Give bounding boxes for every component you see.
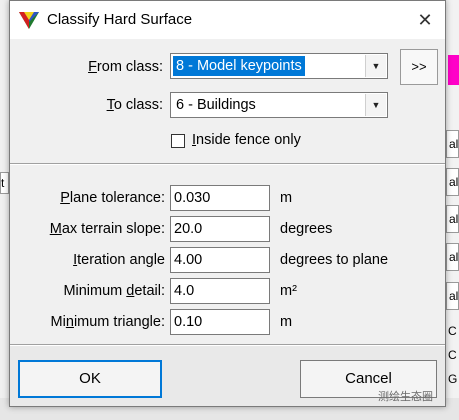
background-field: al: [446, 130, 459, 158]
param-label-text: lane tolerance:: [69, 190, 165, 206]
background-field: al: [446, 205, 459, 233]
minimum-detail-unit: m²: [280, 283, 297, 299]
param-label-text: teration angle: [77, 252, 165, 268]
param-accel: M: [49, 221, 62, 237]
param-label-pre: Mi: [50, 314, 66, 330]
watermark: 测绘生态圈: [378, 391, 433, 403]
minimum-triangle-input[interactable]: 0.10: [170, 309, 270, 335]
chevron-down-icon[interactable]: ▼: [365, 94, 386, 116]
background-left-text: t: [1, 176, 5, 190]
close-button[interactable]: ✕: [408, 5, 442, 35]
iteration-angle-label: Iteration angle: [10, 252, 165, 268]
inside-fence-label[interactable]: Inside fence only: [192, 132, 301, 148]
plane-tolerance-unit: m: [280, 190, 293, 206]
iteration-angle-unit: degrees to plane: [280, 252, 389, 268]
iteration-angle-input[interactable]: 4.00: [170, 247, 270, 273]
background-magenta-swatch: [448, 55, 459, 85]
param-label-text: etail:: [134, 283, 165, 299]
from-class-select[interactable]: 8 - Model keypoints ▼: [170, 53, 388, 79]
background-app-left: [0, 0, 9, 420]
param-label-text: ax terrain slope:: [61, 221, 165, 237]
terrasolid-logo-icon: [19, 12, 39, 29]
max-terrain-slope-label: Max terrain slope:: [10, 221, 165, 237]
background-left-field: t: [0, 172, 9, 194]
from-class-label: From class:: [10, 59, 163, 75]
background-field: al: [446, 168, 459, 196]
ok-button[interactable]: OK: [18, 360, 162, 398]
max-terrain-slope-unit: degrees: [280, 221, 333, 237]
inside-fence-text: nside fence only: [196, 132, 301, 148]
classify-hard-surface-dialog: Classify Hard Surface ✕ From class: 8 - …: [9, 0, 446, 407]
from-class-label-accel: F: [88, 59, 97, 75]
background-field: al: [446, 243, 459, 271]
title-bar[interactable]: Classify Hard Surface ✕: [10, 1, 445, 39]
minimum-detail-input[interactable]: 4.0: [170, 278, 270, 304]
plane-tolerance-label: Plane tolerance:: [10, 190, 165, 206]
to-class-label-accel: T: [106, 97, 114, 113]
plane-tolerance-input[interactable]: 0.030: [170, 185, 270, 211]
to-class-select[interactable]: 6 - Buildings ▼: [170, 92, 388, 118]
expand-button[interactable]: >>: [400, 49, 438, 85]
minimum-triangle-unit: m: [280, 314, 293, 330]
to-class-value: 6 - Buildings: [176, 97, 256, 113]
param-accel: P: [60, 190, 70, 206]
to-class-label-text: o class:: [113, 97, 163, 113]
param-label-pre: Minimum: [63, 283, 127, 299]
to-class-label: To class:: [10, 97, 163, 113]
minimum-triangle-label: Minimum triangle:: [10, 314, 165, 330]
param-accel: n: [65, 314, 74, 330]
from-class-label-text: rom class:: [96, 59, 163, 75]
separator: [10, 163, 445, 165]
inside-fence-checkbox[interactable]: [171, 134, 185, 148]
param-label-text: imum triangle:: [73, 314, 165, 330]
chevron-down-icon[interactable]: ▼: [365, 55, 386, 77]
minimum-detail-label: Minimum detail:: [10, 283, 165, 299]
background-field: al: [446, 282, 459, 310]
max-terrain-slope-input[interactable]: 20.0: [170, 216, 270, 242]
from-class-value: 8 - Model keypoints: [173, 56, 305, 76]
dialog-title: Classify Hard Surface: [47, 11, 193, 28]
close-icon: ✕: [417, 10, 433, 30]
